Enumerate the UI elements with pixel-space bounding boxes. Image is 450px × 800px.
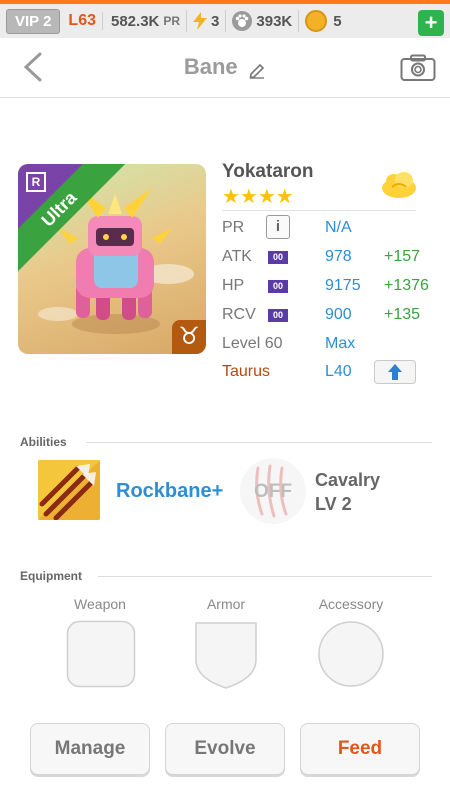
feed-button[interactable]: Feed bbox=[300, 723, 420, 775]
passive-skill-level: LV 2 bbox=[315, 494, 352, 514]
hp-label: HP bbox=[222, 277, 245, 294]
active-skill-name[interactable]: Rockbane+ bbox=[116, 480, 223, 503]
up-arrow-icon bbox=[388, 364, 402, 380]
atk-bonus: +157 bbox=[384, 248, 421, 265]
weapon-label: Weapon bbox=[74, 596, 126, 612]
triple-arrow-icon bbox=[38, 460, 100, 520]
evolve-button[interactable]: Evolve bbox=[165, 723, 285, 775]
add-coins-button[interactable]: + bbox=[418, 10, 444, 36]
hp-value: 9175 bbox=[325, 277, 361, 294]
stat-row-rcv: RCV 00 900 +135 bbox=[222, 306, 432, 330]
zodiac-label: Taurus bbox=[222, 363, 271, 380]
atk-label: ATK bbox=[222, 248, 252, 265]
hp-plus-badge: 00 bbox=[268, 280, 288, 293]
power-rating-value: 582.3K bbox=[111, 12, 160, 30]
stat-row-atk: ATK 00 978 +157 bbox=[222, 248, 432, 272]
power-rating-label: PR bbox=[163, 10, 188, 32]
element-cloud-icon[interactable] bbox=[380, 170, 418, 200]
energy-counter[interactable]: 3 bbox=[187, 10, 227, 32]
atk-plus-badge: 00 bbox=[268, 251, 288, 264]
pr-value: N/A bbox=[325, 219, 352, 236]
stat-row-level: Level 60 Max bbox=[222, 335, 432, 359]
taurus-zodiac-icon: ♉ bbox=[172, 320, 206, 354]
rcv-label: RCV bbox=[222, 306, 256, 323]
page-header: Bane bbox=[0, 38, 450, 98]
level-value: Max bbox=[325, 335, 356, 352]
abilities-divider bbox=[86, 442, 432, 443]
hero-detail-screen: VIP 2 L63 582.3K PR 3 393K 5 + Bane Ultr… bbox=[0, 0, 450, 800]
coin-icon bbox=[305, 10, 328, 32]
rarity-badge: R bbox=[26, 172, 46, 192]
stat-row-zodiac: Taurus L40 bbox=[222, 360, 432, 387]
hp-bonus: +1376 bbox=[384, 277, 429, 294]
camera-icon[interactable] bbox=[400, 54, 436, 82]
weapon-slot[interactable] bbox=[66, 620, 136, 688]
equipment-heading: Equipment bbox=[20, 569, 82, 583]
hero-name: Yokataron bbox=[222, 161, 314, 182]
atk-value: 978 bbox=[325, 248, 352, 265]
abilities-heading: Abilities bbox=[20, 435, 67, 449]
stat-row-hp: HP 00 9175 +1376 bbox=[222, 277, 432, 301]
page-title: Bane bbox=[183, 54, 238, 79]
zodiac-upgrade-button[interactable] bbox=[374, 360, 416, 384]
passive-skill-icon[interactable]: OFF bbox=[240, 458, 306, 524]
edit-pencil-icon[interactable] bbox=[248, 61, 266, 79]
coin-counter[interactable]: 5 bbox=[299, 10, 347, 32]
equipment-divider bbox=[98, 576, 432, 577]
stat-row-pr: PR i N/A bbox=[222, 215, 432, 243]
energy-value: 3 bbox=[211, 12, 220, 30]
accessory-label: Accessory bbox=[318, 596, 384, 612]
armor-slot[interactable] bbox=[193, 620, 259, 690]
accessory-slot[interactable] bbox=[317, 620, 385, 688]
lightning-icon bbox=[193, 12, 208, 30]
resource-bar: VIP 2 L63 582.3K PR 3 393K 5 + bbox=[0, 0, 450, 38]
hero-portrait[interactable]: Ultra R ♉ bbox=[18, 164, 206, 354]
passive-off-label: OFF bbox=[254, 481, 292, 502]
rockbane-skill-icon[interactable] bbox=[38, 460, 100, 520]
paw-counter[interactable]: 393K bbox=[226, 10, 300, 32]
level-label: Level 60 bbox=[222, 335, 283, 352]
rcv-value: 900 bbox=[325, 306, 352, 323]
armor-label: Armor bbox=[206, 596, 246, 612]
passive-skill-name: Cavalry bbox=[315, 470, 381, 490]
divider bbox=[222, 210, 416, 211]
rcv-plus-badge: 00 bbox=[268, 309, 288, 322]
pr-label: PR bbox=[222, 219, 245, 236]
coin-value: 5 bbox=[333, 12, 342, 30]
info-button[interactable]: i bbox=[266, 215, 290, 239]
star-rating: ★★★★ bbox=[222, 186, 294, 208]
player-level: L63 bbox=[60, 12, 103, 30]
manage-button[interactable]: Manage bbox=[30, 723, 150, 775]
paw-icon bbox=[232, 11, 253, 31]
vip-badge[interactable]: VIP 2 bbox=[6, 8, 61, 34]
paw-value: 393K bbox=[256, 12, 293, 30]
zodiac-level: L40 bbox=[325, 363, 352, 380]
rcv-bonus: +135 bbox=[384, 306, 421, 323]
title-group: Bane bbox=[0, 54, 450, 80]
